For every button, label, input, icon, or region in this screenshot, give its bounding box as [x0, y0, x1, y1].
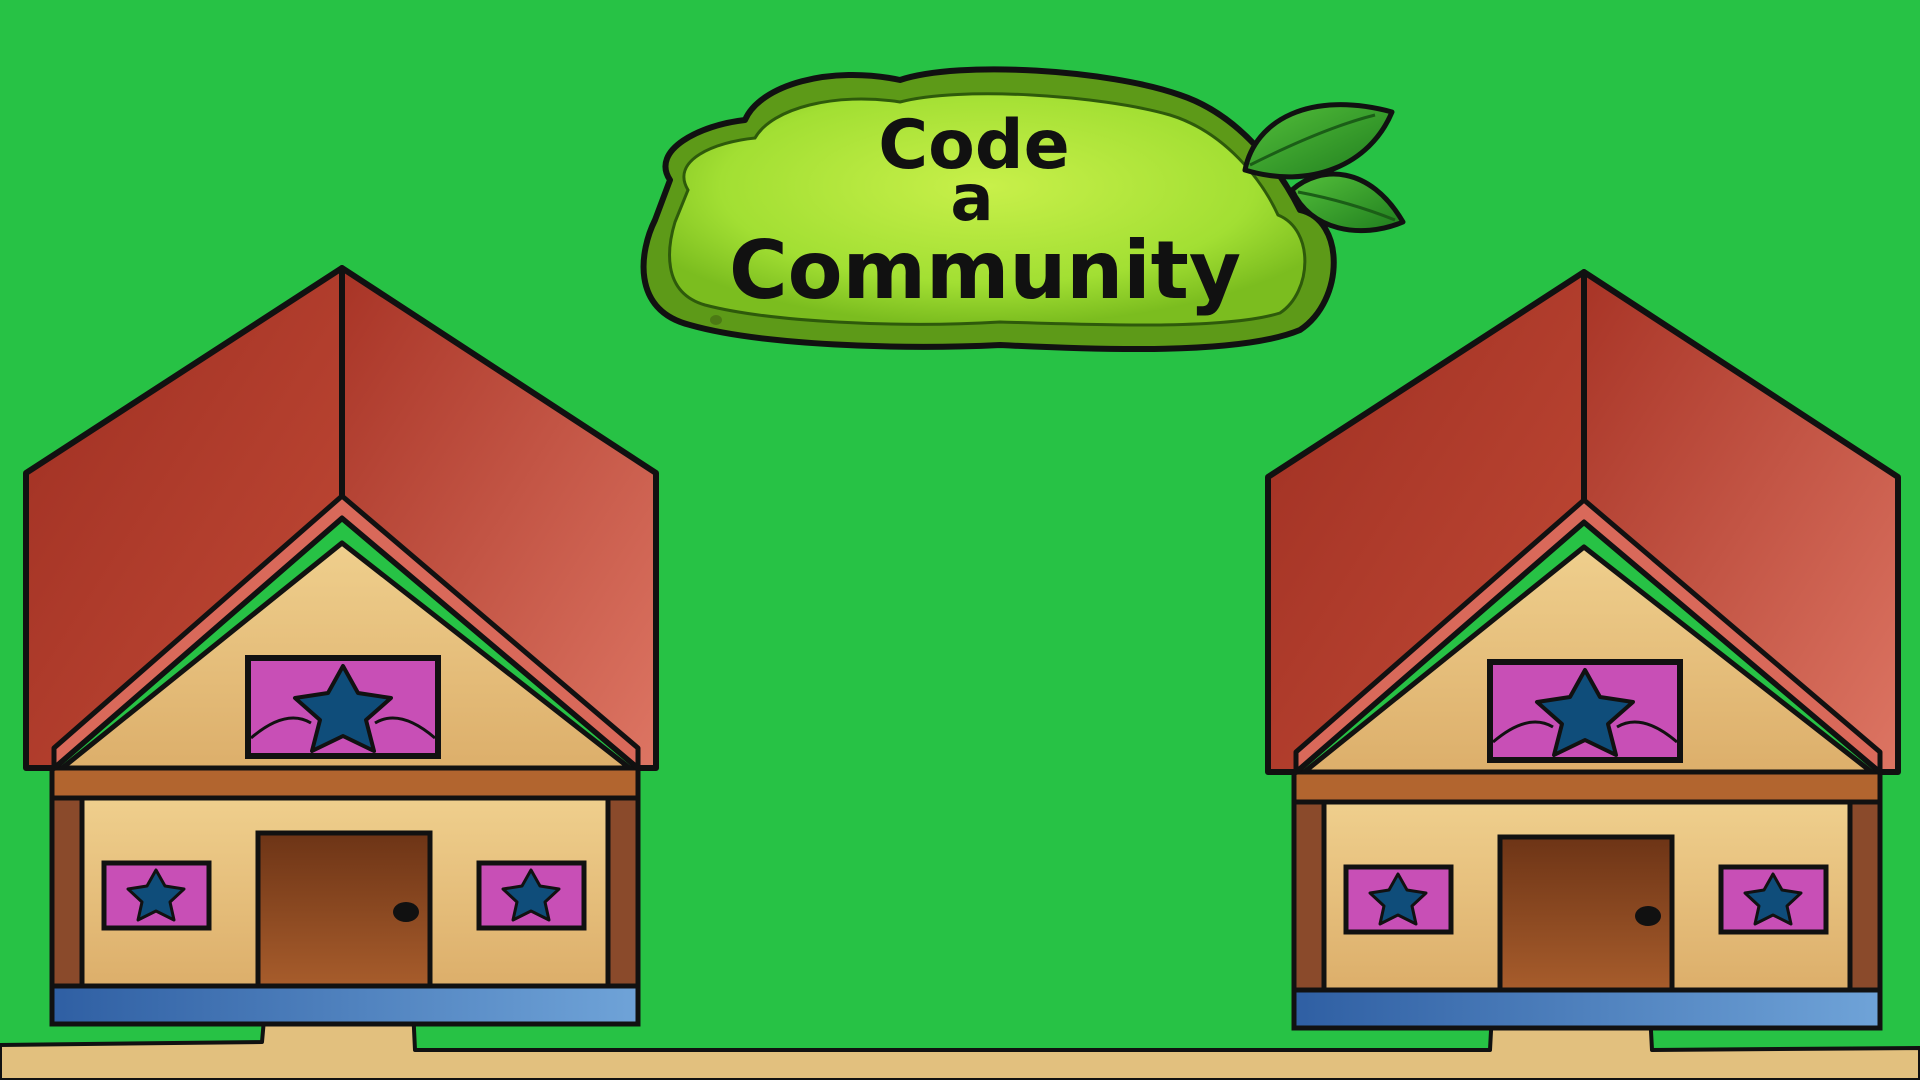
title-line-3: Community — [729, 224, 1241, 317]
game-scene: Code a Community — [0, 66, 1920, 1080]
title-sign: Code a Community — [640, 66, 1406, 353]
left-house[interactable] — [26, 268, 656, 1024]
right-house[interactable] — [1268, 272, 1898, 1028]
